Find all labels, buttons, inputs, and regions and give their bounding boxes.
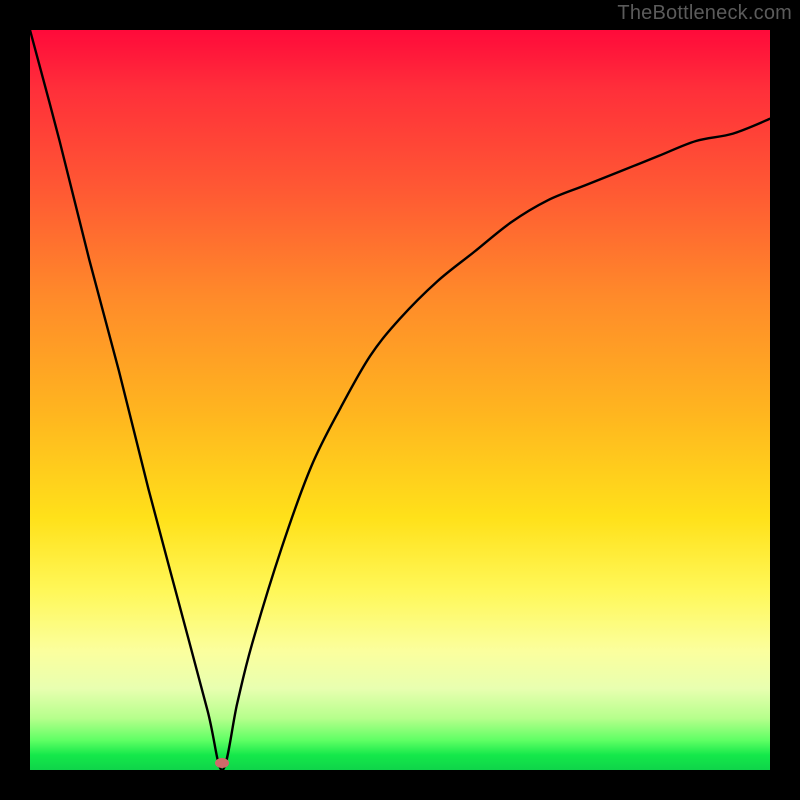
plot-area [30,30,770,770]
watermark-text: TheBottleneck.com [617,2,792,25]
chart-frame: TheBottleneck.com [0,0,800,800]
bottleneck-curve [30,30,770,770]
minimum-marker [215,758,229,768]
